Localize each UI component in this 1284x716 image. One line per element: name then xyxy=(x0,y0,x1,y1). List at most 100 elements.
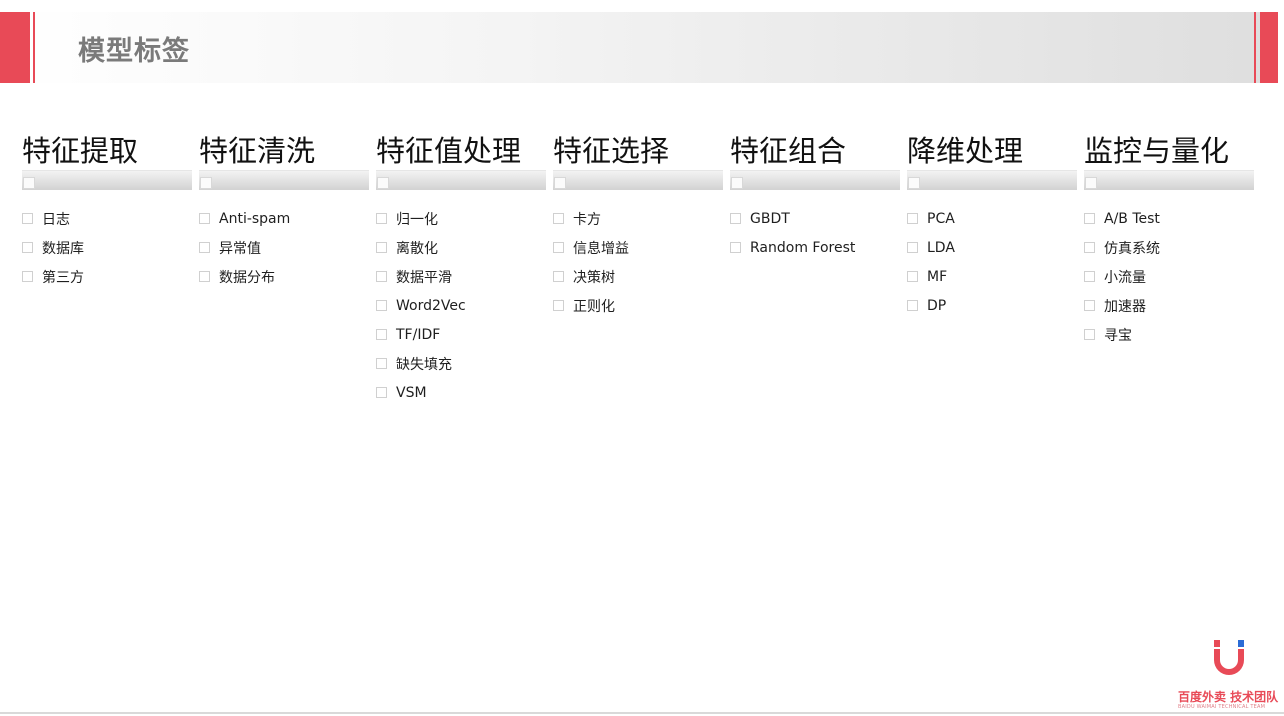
item-list: 日志 数据库 第三方 xyxy=(22,204,192,291)
list-item-label: Word2Vec xyxy=(396,297,466,314)
column-header-bar xyxy=(376,170,546,190)
banner-right-accent xyxy=(1260,12,1278,83)
feature-column: 特征组合 GBDT Random Forest xyxy=(730,132,900,262)
list-item: GBDT xyxy=(730,204,900,233)
checkbox-icon xyxy=(199,213,210,224)
list-item-label: GBDT xyxy=(750,210,790,227)
list-item: VSM xyxy=(376,378,546,407)
column-header: 特征值处理 xyxy=(376,134,522,168)
list-item: 正则化 xyxy=(553,291,723,320)
checkbox-icon xyxy=(376,387,387,398)
list-item-label: 离散化 xyxy=(396,240,438,257)
list-item-label: TF/IDF xyxy=(396,326,441,343)
list-item: TF/IDF xyxy=(376,320,546,349)
feature-column: 特征提取日志数据库第三方 xyxy=(22,132,192,291)
banner-left-accent-line xyxy=(33,12,35,83)
list-item-label: 信息增益 xyxy=(573,240,629,257)
checkbox-icon xyxy=(907,300,918,311)
checkbox-icon xyxy=(1084,271,1095,282)
checkbox-icon xyxy=(1084,242,1095,253)
column-header-bar xyxy=(730,170,900,190)
checkbox-icon xyxy=(553,213,564,224)
checkbox-icon xyxy=(553,271,564,282)
list-item: Random Forest xyxy=(730,233,900,262)
list-item-label: Anti-spam xyxy=(219,210,291,227)
slide: 模型标签 特征提取 日志 数据库 第三方 特征清洗 Anti-spam 异常值 数据分布 特征值… xyxy=(0,0,1284,716)
list-item: 仿真系统 xyxy=(1084,233,1254,262)
checkbox-icon xyxy=(731,177,743,189)
list-item-label: 小流量 xyxy=(1104,269,1146,286)
list-item: 第三方 xyxy=(22,262,192,291)
list-item: 日志 xyxy=(22,204,192,233)
list-item: 卡方 xyxy=(553,204,723,233)
list-item-label: VSM xyxy=(396,384,427,401)
list-item-label: 数据分布 xyxy=(219,269,275,286)
list-item: MF xyxy=(907,262,1077,291)
list-item: 数据分布 xyxy=(199,262,369,291)
list-item-label: 第三方 xyxy=(42,269,84,286)
list-item: 离散化 xyxy=(376,233,546,262)
column-header: 监控与量化 xyxy=(1084,134,1230,168)
checkbox-icon xyxy=(553,300,564,311)
column-header: 特征清洗 xyxy=(199,134,316,168)
checkbox-icon xyxy=(376,271,387,282)
checkbox-icon xyxy=(376,242,387,253)
feature-columns: 特征提取 日志 数据库 第三方 特征清洗 Anti-spam 异常值 数据分布 特征值处理 归一化… xyxy=(22,132,1262,432)
checkbox-icon xyxy=(199,271,210,282)
checkbox-icon xyxy=(1084,329,1095,340)
checkbox-icon xyxy=(554,177,566,189)
list-item-label: LDA xyxy=(927,239,955,256)
list-item: Word2Vec xyxy=(376,291,546,320)
logo-subtitle: BAIDU WAIMAI TECHNICAL TEAM xyxy=(1178,704,1266,710)
checkbox-icon xyxy=(22,213,33,224)
list-item-label: A/B Test xyxy=(1104,210,1160,227)
feature-column: 降维处理 PCA LDA MF DP xyxy=(907,132,1077,320)
list-item: 归一化 xyxy=(376,204,546,233)
list-item-label: 数据库 xyxy=(42,240,84,257)
feature-column: 特征选择 卡方 信息增益 决策树 正则化 xyxy=(553,132,723,320)
list-item: DP xyxy=(907,291,1077,320)
checkbox-icon xyxy=(376,358,387,369)
checkbox-icon xyxy=(376,329,387,340)
item-list: 归一化离散化数据平滑 Word2Vec TF/IDF 缺失填充 VSM xyxy=(376,204,546,407)
list-item-label: 缺失填充 xyxy=(396,356,452,373)
list-item: A/B Test xyxy=(1084,204,1254,233)
checkbox-icon xyxy=(1084,300,1095,311)
list-item-label: 正则化 xyxy=(573,298,615,315)
column-header: 特征提取 xyxy=(22,134,139,168)
column-header-bar xyxy=(907,170,1077,190)
checkbox-icon xyxy=(376,300,387,311)
list-item-label: 寻宝 xyxy=(1104,327,1132,344)
checkbox-icon xyxy=(22,271,33,282)
list-item-label: 异常值 xyxy=(219,240,261,257)
column-header-bar xyxy=(553,170,723,190)
list-item-label: 归一化 xyxy=(396,211,438,228)
checkbox-icon xyxy=(199,242,210,253)
list-item: 异常值 xyxy=(199,233,369,262)
checkbox-icon xyxy=(1085,177,1097,189)
list-item: 数据平滑 xyxy=(376,262,546,291)
list-item: 寻宝 xyxy=(1084,320,1254,349)
feature-column: 特征值处理归一化离散化数据平滑 Word2Vec TF/IDF 缺失填充 VSM xyxy=(376,132,546,407)
checkbox-icon xyxy=(1084,213,1095,224)
checkbox-icon xyxy=(22,242,33,253)
column-header-bar xyxy=(22,170,192,190)
checkbox-icon xyxy=(908,177,920,189)
checkbox-icon xyxy=(907,213,918,224)
list-item-label: 仿真系统 xyxy=(1104,240,1160,257)
baidu-waimai-magnet-icon xyxy=(1214,640,1244,675)
banner-left-accent xyxy=(0,12,30,83)
banner-right-accent-line xyxy=(1254,12,1256,83)
list-item-label: 卡方 xyxy=(573,211,601,228)
column-header-bar xyxy=(199,170,369,190)
list-item-label: MF xyxy=(927,268,948,285)
list-item-label: DP xyxy=(927,297,947,314)
list-item-label: 日志 xyxy=(42,211,70,228)
item-list: Anti-spam 异常值数据分布 xyxy=(199,204,369,291)
checkbox-icon xyxy=(730,213,741,224)
checkbox-icon xyxy=(907,271,918,282)
list-item: PCA xyxy=(907,204,1077,233)
list-item-label: 数据平滑 xyxy=(396,269,452,286)
checkbox-icon xyxy=(730,242,741,253)
column-header-bar xyxy=(1084,170,1254,190)
